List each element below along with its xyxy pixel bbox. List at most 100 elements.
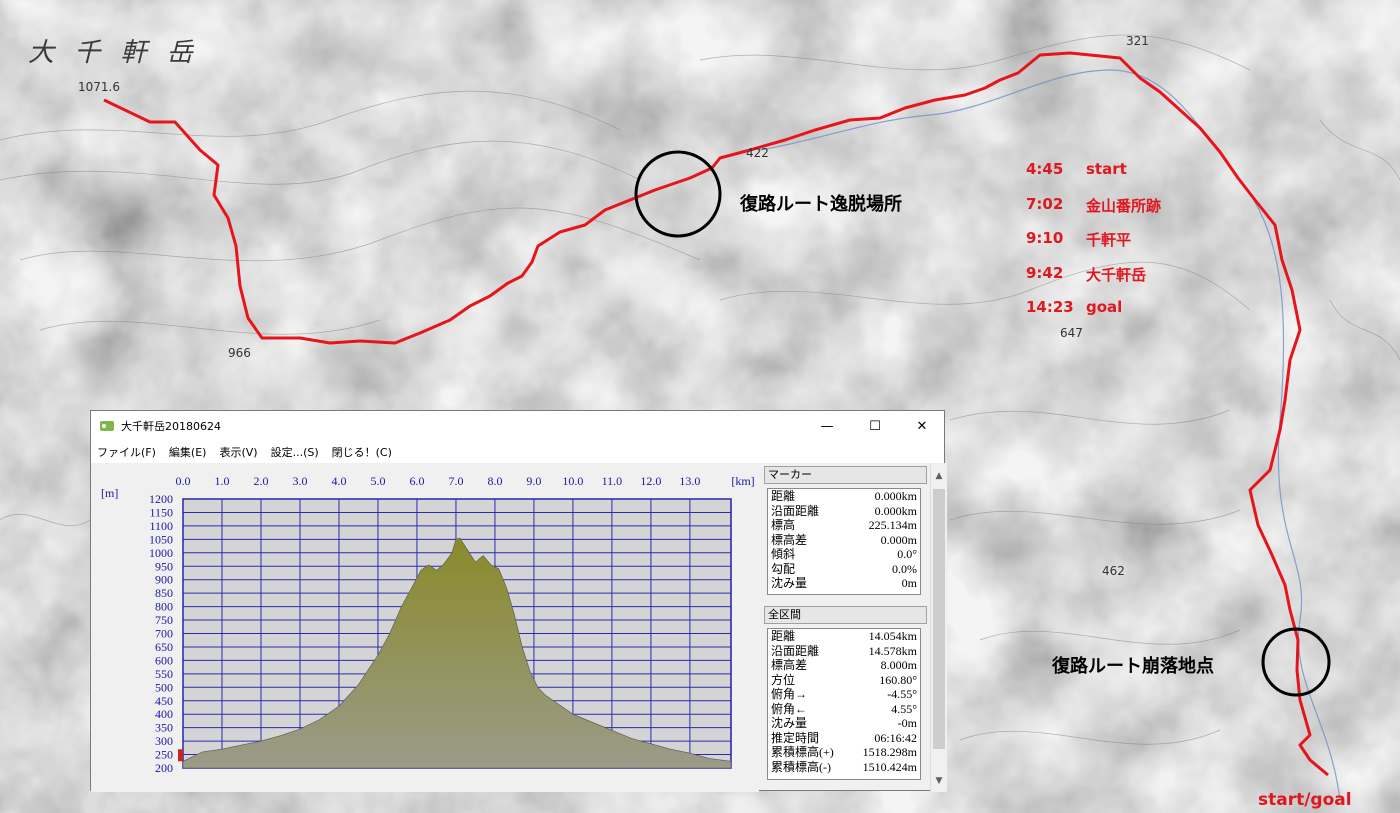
y-tick-label: 1000 [149,546,173,560]
stat-key: 標高 [771,518,796,532]
stat-value: 0m [901,576,917,590]
stat-row: 勾配 0.0% [768,562,920,577]
timeline-time: 4:45 [1026,160,1064,178]
stat-key: 累積標高(-) [771,759,831,774]
y-tick-label: 600 [155,653,173,667]
y-tick-label: 800 [155,600,173,614]
start-marker-icon [178,749,183,762]
menu-file[interactable]: ファイル(F) [91,444,163,460]
timeline-time: 9:10 [1026,229,1064,247]
stat-row: 距離 0.000km [768,489,920,504]
timeline-row: 9:10 千軒平 [1026,229,1161,264]
stat-row: 推定時間 06:16:42 [768,731,920,746]
chart-area: 1200 1150 1100 1050 1000 950 900 850 800 750 700 65… [91,463,759,792]
stat-value: 0.0° [897,547,917,561]
x-tick-label: 9.0 [526,474,541,488]
stat-value: 160.80° [879,672,917,687]
title-bar[interactable]: 大千軒岳20180624 — ☐ ✕ [91,411,944,441]
collapse-annotation: 復路ルート崩落地点 [1052,656,1214,677]
timeline-row: 4:45 start [1026,160,1161,195]
minimize-button[interactable]: — [803,411,851,441]
x-tick-label: 11.0 [602,474,623,488]
y-tick-label: 550 [155,667,173,681]
x-tick-label: 13.0 [679,474,700,488]
timeline-label: 金山番所跡 [1086,196,1162,215]
stat-row: 傾斜 0.0° [768,547,920,562]
menu-settings[interactable]: 設定...(S) [265,444,326,460]
stat-key: 沈み量 [771,576,808,590]
stat-value: 4.55° [891,701,917,716]
y-tick-label: 500 [155,680,173,694]
stat-value: -4.55° [887,687,917,701]
timeline-time: 9:42 [1026,263,1064,282]
stat-value: 0.0% [892,561,917,576]
menu-view[interactable]: 表示(V) [213,444,264,460]
stat-row: 標高差 0.000m [768,533,920,548]
elevation-label: 966 [228,346,251,360]
stat-row: 沿面距離 14.578km [768,644,920,659]
stat-key: 距離 [771,629,796,643]
stat-key: 傾斜 [771,547,796,561]
elevation-profile-chart[interactable]: 1200115011001050100095090085080075070065… [91,463,759,792]
peak-name-label: 大 千 軒 岳 [28,38,199,68]
x-tick-label: 12.0 [640,474,661,488]
x-tick-label: 10.0 [562,474,583,488]
app-icon [100,421,114,431]
stat-value: 0.000km [874,503,917,518]
scrollbar[interactable]: ▲ ▼ [930,463,947,792]
x-tick-label: 2.0 [253,474,268,488]
timeline-time: 14:23 [1026,298,1074,316]
marker-header: マーカー [764,466,927,484]
stat-key: 推定時間 [771,730,820,745]
close-button[interactable]: ✕ [898,411,946,441]
stat-key: 俯角→ [771,687,808,701]
maximize-button[interactable]: ☐ [851,411,899,441]
y-axis-unit: [m] [101,486,118,500]
start-goal-label: start/goal [1258,790,1352,810]
marker-table: 距離 0.000km 沿面距離 0.000km 標高 225.134m 標高差 0.000m 傾… [767,488,921,595]
total-table: 距離 14.054km 沿面距離 14.578km 標高差 8.000m 方位 160.80°… [767,628,921,780]
elevation-profile-window: 大千軒岳20180624 — ☐ ✕ ファイル(F) 編集(E) 表示(V) 設… [90,410,947,792]
x-tick-label: 0.0 [176,474,191,488]
window-title: 大千軒岳20180624 [121,420,221,433]
menu-close[interactable]: 閉じる！(C) [326,444,399,460]
stat-key: 沿面距離 [771,643,820,658]
timeline-row: 7:02 金山番所跡 [1026,195,1161,230]
stat-value: 06:16:42 [874,730,917,745]
stat-row: 方位 160.80° [768,673,920,688]
stat-row: 累積標高(-) 1510.424m [768,760,920,775]
stats-panel: マーカー 距離 0.000km 沿面距離 0.000km 標高 225.134m 標高差 0.… [762,463,947,792]
menu-edit[interactable]: 編集(E) [163,444,214,460]
deviation-annotation: 復路ルート逸脱場所 [740,194,902,215]
x-tick-label: 7.0 [448,474,463,488]
elevation-label: 1071.6 [78,80,120,94]
y-tick-label: 300 [155,734,173,748]
timeline-time: 7:02 [1026,194,1064,213]
scroll-thumb[interactable] [933,489,945,749]
y-tick-label: 400 [155,707,173,721]
stat-key: 沿面距離 [771,503,820,518]
timeline-label: goal [1086,298,1123,316]
x-tick-label: 5.0 [370,474,385,488]
stat-value: 14.054km [868,629,917,643]
scroll-up-icon[interactable]: ▲ [931,471,947,481]
stat-key: 勾配 [771,561,796,576]
y-tick-label: 750 [155,613,173,627]
x-tick-label: 4.0 [331,474,346,488]
timeline-label: 大千軒岳 [1086,265,1147,284]
scroll-down-icon[interactable]: ▼ [931,776,947,786]
timeline-row: 9:42 大千軒岳 [1026,264,1161,299]
y-tick-label: 1050 [149,532,173,546]
stat-row: 沿面距離 0.000km [768,504,920,519]
y-tick-label: 250 [155,748,173,762]
menu-bar: ファイル(F) 編集(E) 表示(V) 設定...(S) 閉じる！(C) [91,441,944,463]
y-tick-label: 200 [155,761,173,775]
x-tick-label: 3.0 [292,474,307,488]
y-tick-label: 700 [155,627,173,641]
stat-value: 8.000m [880,658,917,672]
stat-value: 0.000km [874,489,917,503]
stat-row: 俯角← 4.55° [768,702,920,717]
x-tick-label: 6.0 [409,474,424,488]
stat-key: 標高差 [771,532,808,547]
timeline: 4:45 start 7:02 金山番所跡 9:10 千軒平 9:42 大千軒岳 14:… [1026,160,1161,333]
